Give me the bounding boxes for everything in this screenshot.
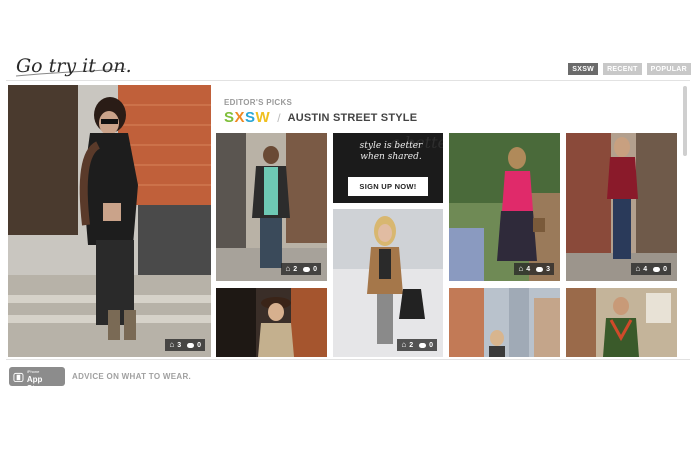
sign-up-button[interactable]: SIGN UP NOW!: [348, 177, 428, 196]
grid-photo[interactable]: ⌂ 4 0: [566, 133, 677, 281]
comment-count: 0: [313, 265, 317, 273]
comment-count: 0: [197, 341, 201, 349]
collection-header: SXSW / AUSTIN STREET STYLE: [224, 110, 417, 126]
tagline-line: style is better: [359, 141, 423, 151]
comment-icon: [653, 266, 661, 272]
hanger-icon: ⌂: [635, 264, 641, 273]
comment-icon: [419, 342, 427, 348]
app-store-text: App Store: [26, 374, 48, 393]
grid-photo[interactable]: ⌂ 2 0: [333, 209, 443, 357]
collection-title: AUSTIN STREET STYLE: [287, 112, 418, 124]
hanger-count: 2: [409, 341, 414, 349]
hanger-icon: ⌂: [518, 264, 524, 273]
tagline-line: when shared.: [360, 152, 422, 162]
comment-count: 0: [663, 265, 667, 273]
sxsw-logo[interactable]: SXSW: [224, 110, 270, 126]
grid-photo[interactable]: [566, 288, 677, 357]
hanger-count: 2: [293, 265, 298, 273]
comment-icon: [303, 266, 311, 272]
tab-recent[interactable]: RECENT: [603, 63, 642, 75]
hanger-count: 4: [643, 265, 648, 273]
hanger-icon: ⌂: [285, 264, 291, 273]
tab-popular[interactable]: POPULAR: [646, 63, 691, 75]
tile-stats: ⌂ 2 0: [397, 339, 437, 351]
hanger-icon: ⌂: [401, 340, 407, 349]
sxsw-letter: W: [255, 109, 271, 126]
logo-text: Go try it on.: [16, 55, 132, 77]
hanger-count: 4: [526, 265, 531, 273]
comment-count: 0: [429, 341, 433, 349]
grid-photo[interactable]: [449, 288, 560, 357]
divider-slash: /: [277, 111, 281, 125]
promo-tagline: style is better when shared.: [343, 141, 439, 163]
filter-tabs: SXSW RECENT POPULAR: [568, 63, 691, 75]
apple-icon: [13, 372, 24, 382]
hanger-icon: ⌂: [169, 340, 175, 349]
tagline: ADVICE ON WHAT TO WEAR.: [72, 372, 192, 381]
sxsw-letter: S: [245, 109, 256, 126]
hanger-count: 3: [177, 341, 182, 349]
sxsw-letter: X: [234, 109, 246, 126]
tile-stats: ⌂ 4 0: [631, 263, 671, 275]
comment-icon: [536, 266, 544, 272]
site-logo[interactable]: Go try it on.: [14, 52, 132, 80]
featured-photo[interactable]: ⌂ 3 0: [8, 85, 211, 357]
comment-count: 3: [546, 265, 550, 273]
signup-promo: a bette style is better when shared. SIG…: [333, 133, 443, 203]
tab-sxsw[interactable]: SXSW: [568, 63, 599, 75]
editors-picks-label: EDITOR'S PICKS: [224, 98, 293, 107]
grid-photo[interactable]: [216, 288, 327, 357]
grid-photo[interactable]: ⌂ 4 3: [449, 133, 560, 281]
app-store-small-text: Available on the iPhone: [26, 361, 56, 374]
tile-stats: ⌂ 4 3: [514, 263, 554, 275]
grid-photo[interactable]: ⌂ 2 0: [216, 133, 327, 281]
featured-stats: ⌂ 3 0: [165, 339, 205, 351]
app-store-badge[interactable]: Available on the iPhone App Store: [9, 362, 65, 393]
sxsw-letter: S: [224, 109, 235, 126]
tile-stats: ⌂ 2 0: [281, 263, 321, 275]
scrollbar[interactable]: [683, 86, 687, 156]
comment-icon: [187, 342, 195, 348]
